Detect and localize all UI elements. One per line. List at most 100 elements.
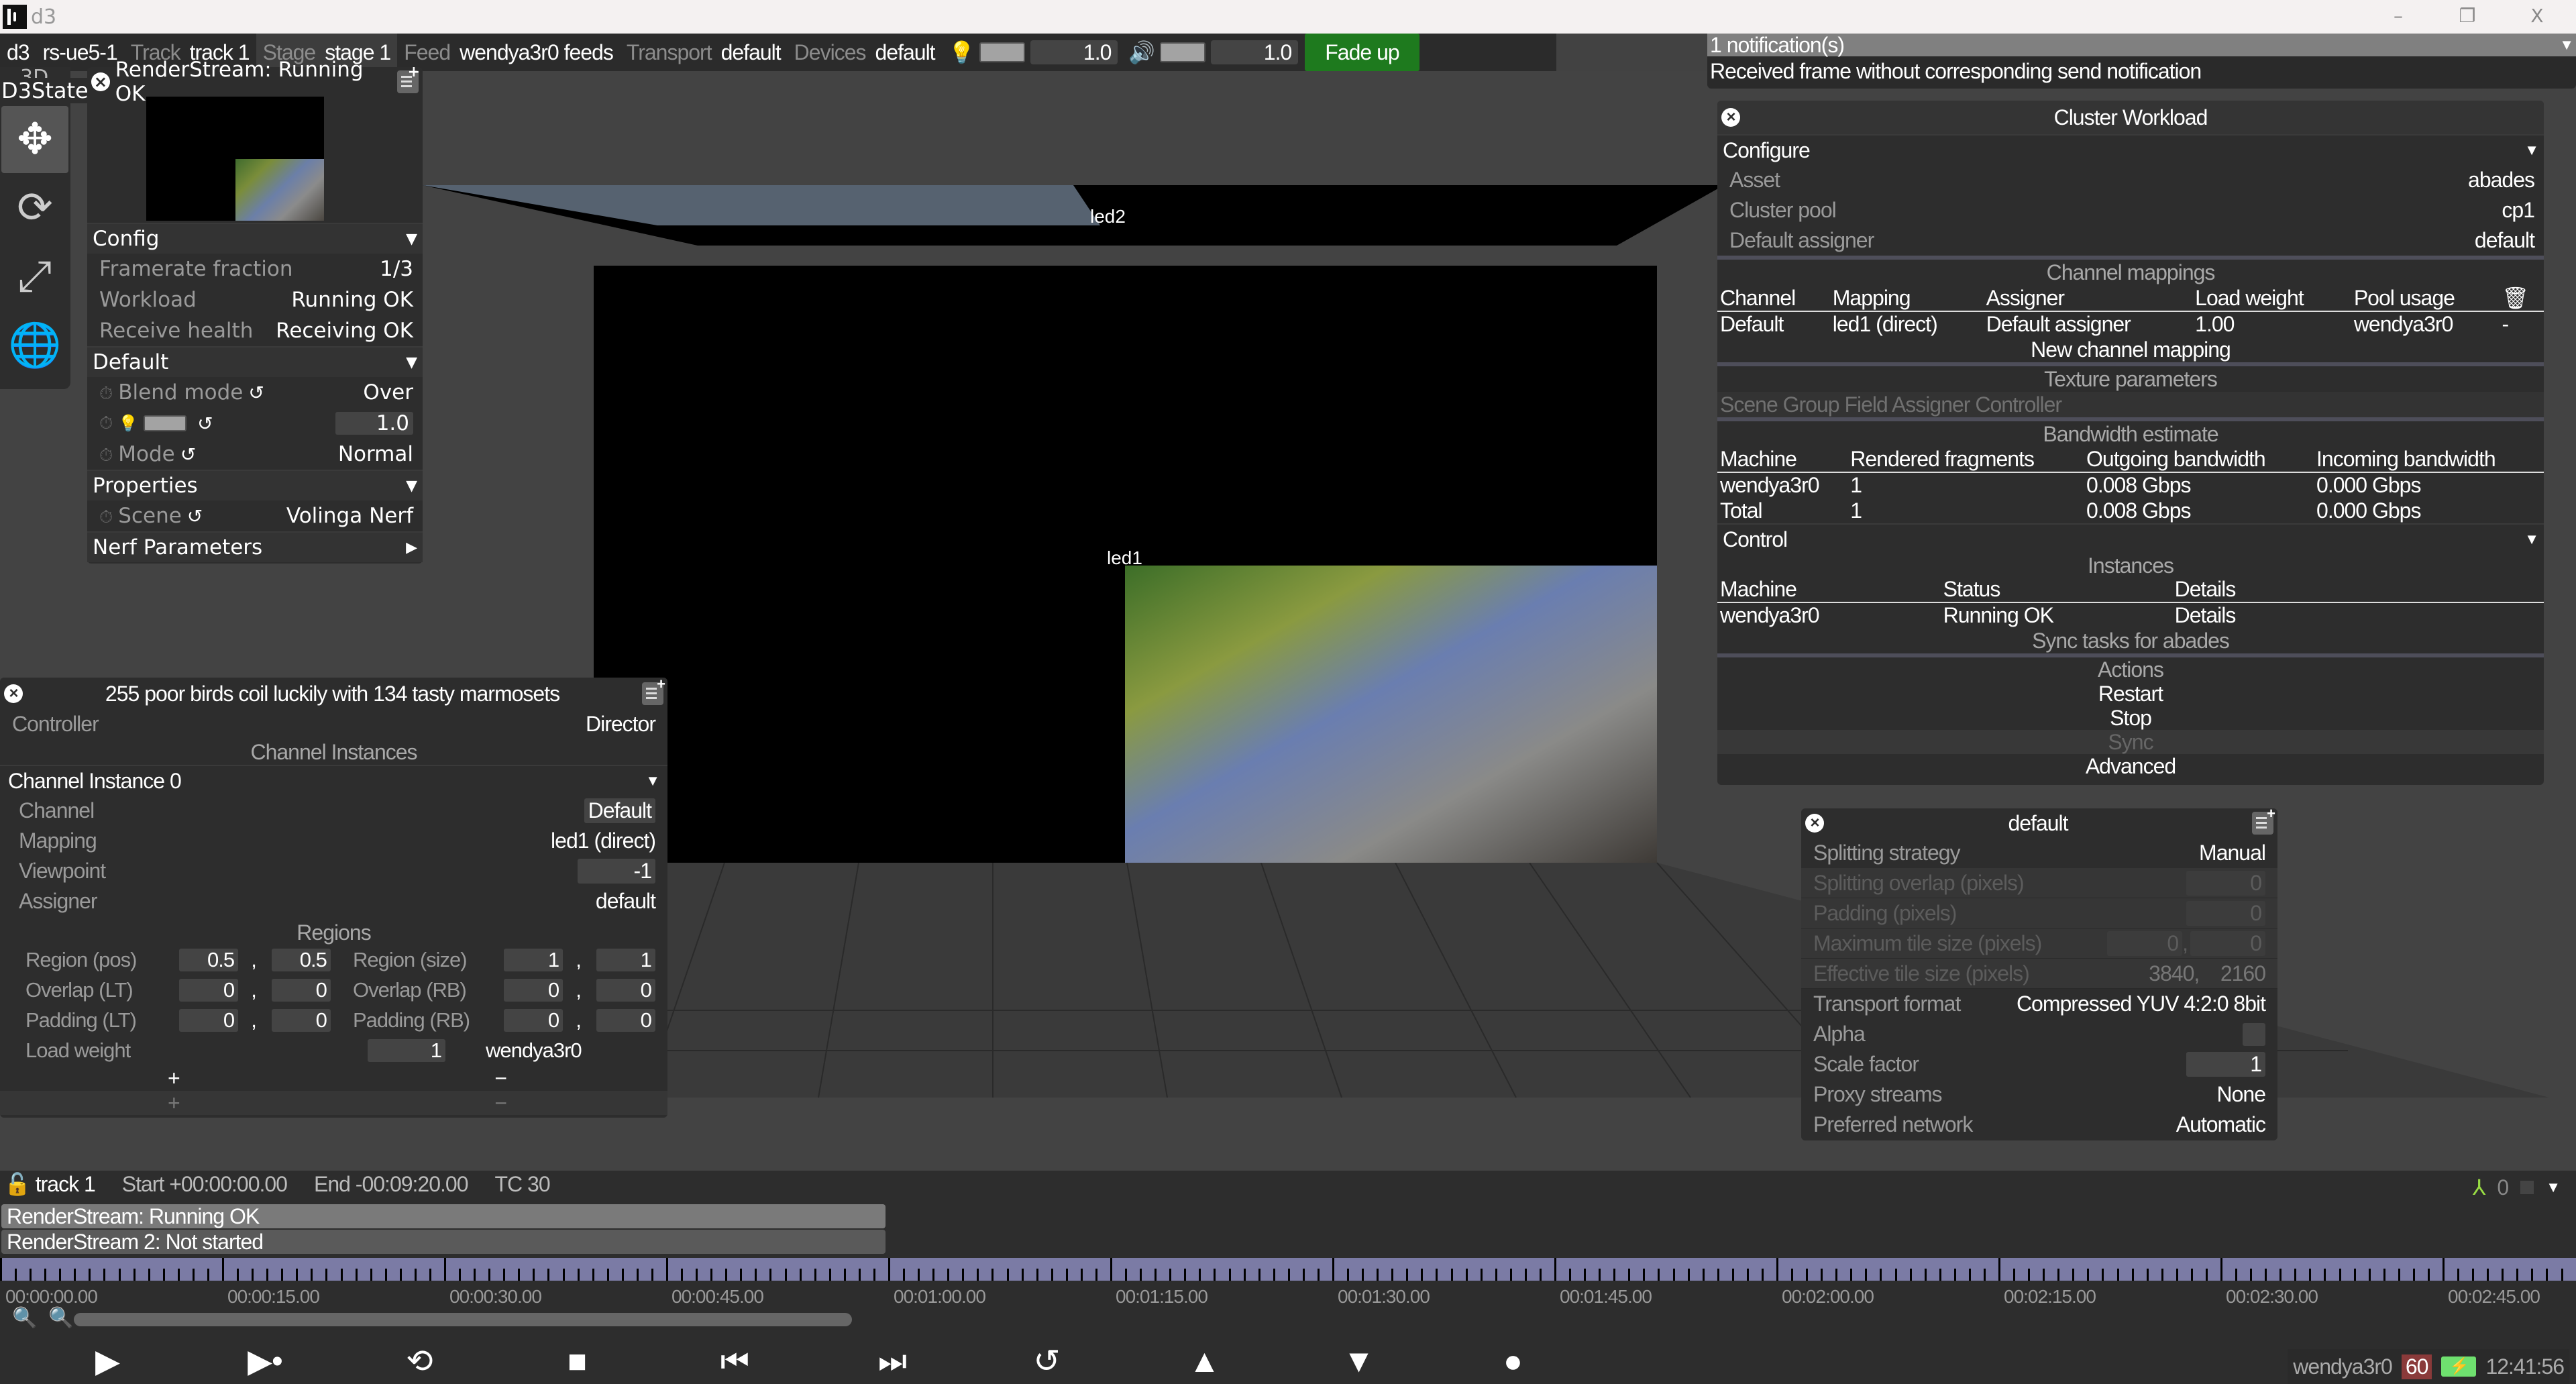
blend-mode-value[interactable]: Over [363, 380, 413, 405]
return-button[interactable]: ↺ [1026, 1342, 1067, 1382]
close-window-button[interactable]: X [2517, 3, 2557, 30]
record-button[interactable]: ● [1493, 1342, 1533, 1382]
add-instance-button[interactable]: + [168, 1091, 180, 1116]
preferred-network-value[interactable]: Automatic [2176, 1112, 2266, 1137]
close-icon[interactable]: × [4, 684, 23, 703]
timeline-menu-arrow-icon[interactable]: ▼ [2546, 1179, 2561, 1196]
menu-transport[interactable]: Transport default [620, 34, 788, 71]
brightness-slider[interactable] [979, 42, 1026, 62]
cluster-pool-value[interactable]: cp1 [2502, 198, 2535, 223]
timeline-zoom-scrollbar[interactable] [74, 1313, 852, 1326]
mapping-value[interactable]: led1 (direct) [551, 829, 656, 853]
brightness-slider[interactable] [144, 415, 187, 431]
layer-bar[interactable]: RenderStream 2: Not started [1, 1230, 885, 1254]
rotate-tool-button[interactable]: ⟳ [1, 174, 68, 242]
next-section-button[interactable]: ⏭ [872, 1342, 912, 1382]
viewpoint-field[interactable]: -1 [578, 859, 655, 884]
proxy-streams-value[interactable]: None [2217, 1082, 2266, 1107]
add-region-button[interactable]: + [168, 1066, 180, 1091]
close-icon[interactable]: × [91, 72, 110, 91]
region-pos-y[interactable]: 0.5 [271, 948, 331, 971]
max-tile-height-field[interactable]: 0 [2190, 930, 2265, 956]
add-note-icon[interactable] [397, 64, 420, 93]
brightness-field[interactable]: 1.0 [1030, 40, 1118, 64]
add-note-icon[interactable] [2252, 805, 2275, 835]
track-name[interactable]: track 1 [36, 1172, 96, 1196]
sync-button[interactable]: Sync [1717, 730, 2544, 754]
new-channel-mapping-button[interactable]: New channel mapping [1717, 337, 2544, 362]
advanced-button[interactable]: Advanced [1717, 754, 2544, 778]
play-to-end-button[interactable]: ▶• [245, 1342, 285, 1382]
overlap-lt-x[interactable]: 0 [179, 978, 239, 1002]
section-default[interactable]: Default ▼ [87, 346, 423, 377]
reset-icon[interactable]: ↺ [187, 505, 203, 527]
table-row[interactable]: Default led1 (direct) Default assigner 1.00… [1717, 311, 2544, 337]
section-control[interactable]: Control ▼ [1717, 523, 2544, 554]
details-button[interactable]: Details [2172, 602, 2544, 628]
close-icon[interactable]: × [1805, 814, 1824, 833]
stop-button[interactable]: ■ [557, 1342, 597, 1382]
section-nerf-parameters[interactable]: Nerf Parameters ▶ [87, 531, 423, 562]
minimize-button[interactable]: – [2378, 3, 2418, 30]
section-configure[interactable]: Configure ▼ [1717, 134, 2544, 165]
zoom-in-icon[interactable]: 🔍 [48, 1306, 73, 1330]
previous-section-button[interactable]: ⏮ [714, 1342, 755, 1382]
move-tool-button[interactable]: ✥ [1, 106, 68, 173]
remove-instance-button[interactable]: − [494, 1091, 507, 1116]
asset-value[interactable]: abades [2468, 168, 2535, 193]
scale-factor-field[interactable]: 1 [2186, 1052, 2265, 1077]
controller-value[interactable]: Director [586, 712, 656, 737]
restart-button[interactable]: Restart [1717, 682, 2544, 706]
max-tile-width-field[interactable]: 0 [2107, 930, 2183, 956]
default-assigner-value[interactable]: default [2475, 228, 2535, 253]
load-weight-field[interactable]: 1 [368, 1039, 445, 1062]
channel-dropdown[interactable]: Default [584, 798, 655, 823]
volume-slider[interactable] [1160, 42, 1206, 62]
reset-icon[interactable]: ↺ [180, 443, 196, 466]
notifications-header[interactable]: 1 notification(s) ▼ [1707, 33, 2576, 57]
add-note-icon[interactable] [642, 676, 665, 705]
close-icon[interactable]: × [1721, 108, 1740, 127]
splitting-strategy-value[interactable]: Manual [2199, 841, 2266, 865]
padding-rb-x[interactable]: 0 [504, 1008, 564, 1032]
scale-tool-button[interactable]: ⤢ [1, 243, 68, 310]
globe-tool-button[interactable]: 🌐 [1, 311, 68, 378]
brightness-field[interactable]: 1.0 [335, 412, 413, 435]
section-properties[interactable]: Properties ▼ [87, 470, 423, 500]
region-size-y[interactable]: 1 [596, 948, 655, 971]
transport-format-value[interactable]: Compressed YUV 4:2:0 8bit [2017, 992, 2266, 1016]
up-button[interactable]: ▲ [1184, 1342, 1224, 1382]
padding-rb-y[interactable]: 0 [596, 1008, 655, 1032]
framerate-fraction-value[interactable]: 1/3 [380, 257, 413, 281]
zoom-out-icon[interactable]: 🔍 [12, 1306, 37, 1330]
menu-feed[interactable]: Feed wendya3r0 feeds [397, 34, 620, 71]
splitting-overlap-field[interactable]: 0 [2186, 870, 2265, 896]
overlap-rb-y[interactable]: 0 [596, 978, 655, 1002]
region-size-x[interactable]: 1 [504, 948, 564, 971]
track-lock-icon[interactable]: 🔓 [4, 1172, 31, 1196]
layer-bar[interactable]: RenderStream: Running OK [1, 1204, 885, 1228]
axes-gizmo-icon[interactable]: ⅄ [2473, 1175, 2486, 1200]
loop-button[interactable]: ⟲ [399, 1342, 439, 1382]
play-button[interactable]: ▶ [87, 1342, 127, 1382]
stop-button[interactable]: Stop [1717, 706, 2544, 730]
reset-icon[interactable]: ↺ [248, 382, 264, 404]
overlap-rb-x[interactable]: 0 [504, 978, 564, 1002]
channel-instance-header[interactable]: Channel Instance 0 ▼ [0, 766, 667, 796]
assigner-value[interactable]: default [596, 889, 656, 914]
layer-toggle-icon[interactable] [2520, 1181, 2534, 1194]
reset-icon[interactable]: ↺ [197, 413, 213, 435]
volume-field[interactable]: 1.0 [1211, 40, 1299, 64]
section-config[interactable]: Config ▼ [87, 223, 423, 254]
region-pos-x[interactable]: 0.5 [179, 948, 239, 971]
padding-lt-x[interactable]: 0 [179, 1008, 239, 1032]
mode-value[interactable]: Normal [338, 442, 413, 466]
remove-region-button[interactable]: − [494, 1066, 507, 1091]
timeline-ruler[interactable] [0, 1258, 2576, 1281]
padding-lt-y[interactable]: 0 [271, 1008, 331, 1032]
alpha-checkbox[interactable] [2243, 1022, 2265, 1046]
down-button[interactable]: ▼ [1338, 1342, 1379, 1382]
scene-value[interactable]: Volinga Nerf [286, 504, 413, 528]
fade-up-button[interactable]: Fade up [1305, 34, 1419, 71]
overlap-lt-y[interactable]: 0 [271, 978, 331, 1002]
